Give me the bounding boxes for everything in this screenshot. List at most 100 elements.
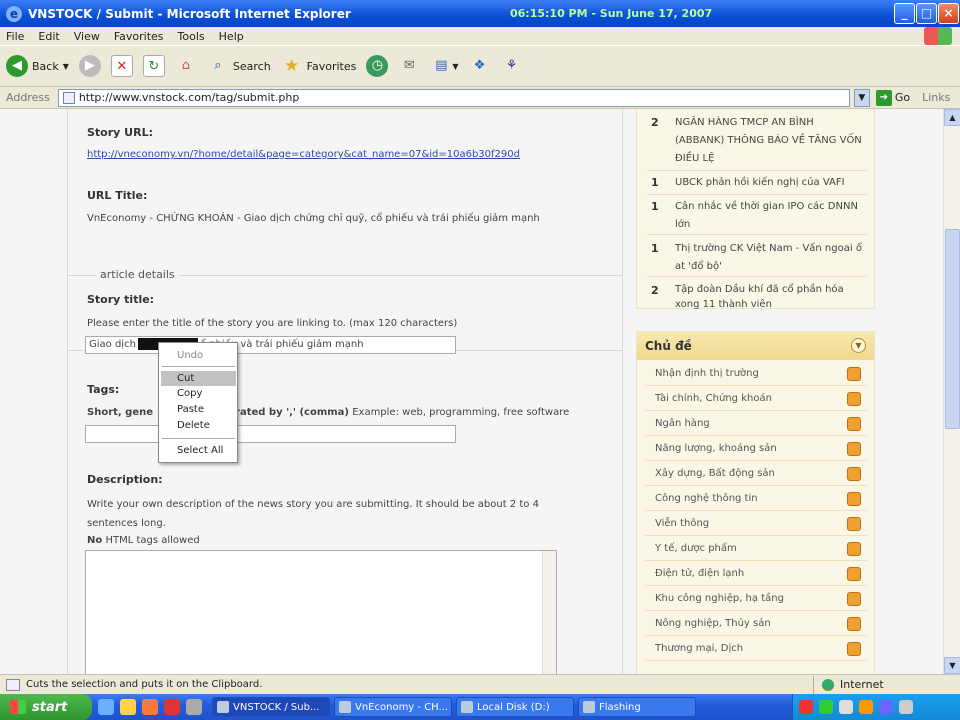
menu-item-undo[interactable]: Undo xyxy=(161,348,236,363)
minimize-button[interactable]: _ xyxy=(894,3,915,24)
edit-button[interactable]: ▤ ▼ xyxy=(430,55,458,77)
stop-button[interactable]: ✕ xyxy=(110,55,133,77)
tags-input[interactable] xyxy=(85,425,456,443)
url-title-label: URL Title: xyxy=(87,189,148,202)
ie-logo-icon: e xyxy=(6,5,22,22)
rss-icon[interactable] xyxy=(847,492,861,506)
topic-item[interactable]: Khu công nghiệp, hạ tầng xyxy=(645,589,867,611)
topic-label: Khu công nghiệp, hạ tầng xyxy=(655,593,784,604)
tray-icon[interactable] xyxy=(799,700,813,714)
menu-item-select-all[interactable]: Select All xyxy=(161,443,236,458)
rss-icon[interactable] xyxy=(847,367,861,381)
topic-item[interactable]: Thương mại, Dịch xyxy=(645,639,867,661)
home-button[interactable]: ⌂ xyxy=(175,55,197,77)
topic-item[interactable]: Nông nghiệp, Thủy sản xyxy=(645,614,867,636)
topic-item[interactable]: Y tế, dược phẩm xyxy=(645,539,867,561)
news-item[interactable]: Tập đoàn Dầu khí đã cổ phần hóa xong 11 … xyxy=(675,282,865,312)
menu-view[interactable]: View xyxy=(74,30,100,43)
task-flashing[interactable]: Flashing xyxy=(578,697,696,717)
quicklaunch-desktop-icon[interactable] xyxy=(186,699,202,715)
history-button[interactable]: ◷ xyxy=(366,55,389,77)
mail-button[interactable]: ✉ xyxy=(398,55,420,77)
topic-item[interactable]: Ngân hàng xyxy=(645,414,867,436)
topic-item[interactable]: Công nghệ thông tin xyxy=(645,489,867,511)
forward-button[interactable]: ▶ xyxy=(78,55,101,77)
menu-tools[interactable]: Tools xyxy=(178,30,205,43)
news-item[interactable]: UBCK phản hồi kiến nghị của VAFI xyxy=(675,174,865,192)
close-button[interactable]: × xyxy=(938,3,959,24)
topic-item[interactable]: Năng lượng, khoáng sản xyxy=(645,439,867,461)
quicklaunch-folder-icon[interactable] xyxy=(120,699,136,715)
favorites-button[interactable]: ★ Favorites xyxy=(281,55,356,77)
no-html-rest: HTML tags allowed xyxy=(105,535,200,546)
task-ie-vnstock[interactable]: VNSTOCK / Sub... xyxy=(212,697,330,717)
rss-icon[interactable] xyxy=(847,567,861,581)
menu-help[interactable]: Help xyxy=(219,30,244,43)
scroll-up-icon[interactable]: ▲ xyxy=(944,109,960,126)
tray-icon[interactable] xyxy=(879,700,893,714)
tray-icon[interactable] xyxy=(839,700,853,714)
menu-file[interactable]: File xyxy=(6,30,24,43)
tray-icon[interactable] xyxy=(819,700,833,714)
topic-item[interactable]: Tài chính, Chứng khoán xyxy=(645,389,867,411)
rss-icon[interactable] xyxy=(847,617,861,631)
scroll-down-icon[interactable]: ▼ xyxy=(944,657,960,674)
news-item[interactable]: Cân nhắc về thời gian IPO các DNNN lớn xyxy=(675,198,865,234)
menu-favorites[interactable]: Favorites xyxy=(114,30,164,43)
story-title-input[interactable]: Giao dịch ổ phiếu và trái phiếu giảm mạnh xyxy=(85,336,456,354)
page-scrollbar[interactable]: ▲ ▼ xyxy=(943,109,960,674)
back-arrow-icon: ◀ xyxy=(6,55,28,77)
menu-item-paste[interactable]: Paste xyxy=(161,402,236,417)
description-textarea[interactable] xyxy=(85,550,557,674)
quicklaunch-ie-icon[interactable] xyxy=(98,699,114,715)
rss-icon[interactable] xyxy=(847,417,861,431)
menu-item-cut[interactable]: Cut xyxy=(161,371,236,386)
collapse-icon[interactable]: ▼ xyxy=(851,338,866,353)
story-url-link[interactable]: http://vneconomy.vn/?home/detail&page=ca… xyxy=(87,149,520,160)
rss-icon[interactable] xyxy=(847,542,861,556)
news-item[interactable]: NGÂN HÀNG TMCP AN BÌNH (ABBANK) THÔNG BÁ… xyxy=(675,114,865,168)
menu-item-copy[interactable]: Copy xyxy=(161,386,236,401)
story-title-label: Story title: xyxy=(87,293,155,306)
rss-icon[interactable] xyxy=(847,467,861,481)
topic-item[interactable]: Nhận định thị trường xyxy=(645,364,867,386)
back-dropdown-icon[interactable]: ▼ xyxy=(63,62,69,71)
search-icon: ⌕ xyxy=(214,58,222,73)
address-input[interactable]: http://www.vnstock.com/tag/submit.php xyxy=(57,88,850,107)
task-local-disk[interactable]: Local Disk (D:) xyxy=(456,697,574,717)
scroll-thumb[interactable] xyxy=(945,229,960,429)
rss-icon[interactable] xyxy=(847,517,861,531)
research-button[interactable]: ⚘ xyxy=(501,55,523,77)
rss-icon[interactable] xyxy=(847,592,861,606)
rss-icon[interactable] xyxy=(847,392,861,406)
news-item[interactable]: Thị trường CK Việt Nam - Vấn ngoai ổ at … xyxy=(675,240,865,276)
links-button[interactable]: Links xyxy=(922,91,950,104)
topic-item[interactable]: Điện tử, điện lạnh xyxy=(645,564,867,586)
search-button[interactable]: ⌕ Search xyxy=(207,55,270,77)
tray-icon[interactable] xyxy=(899,700,913,714)
address-dropdown-icon[interactable]: ▼ xyxy=(853,88,870,107)
quicklaunch-media-icon[interactable] xyxy=(142,699,158,715)
go-button[interactable]: ➔ Go xyxy=(875,89,910,106)
story-url-label: Story URL: xyxy=(87,126,153,139)
edit-dropdown-icon[interactable]: ▼ xyxy=(452,62,458,71)
back-button[interactable]: ◀ Back ▼ xyxy=(6,55,69,77)
news-rank: 2 xyxy=(651,116,659,129)
rss-icon[interactable] xyxy=(847,642,861,656)
quicklaunch-app-icon[interactable] xyxy=(164,699,180,715)
task-ie-vneconomy[interactable]: VnEconomy - CH... xyxy=(334,697,452,717)
start-button[interactable]: start xyxy=(0,694,92,720)
topic-item[interactable]: Xây dựng, Bất động sản xyxy=(645,464,867,486)
refresh-button[interactable]: ↻ xyxy=(142,55,165,77)
menu-edit[interactable]: Edit xyxy=(38,30,59,43)
messenger-icon: ❖ xyxy=(473,58,486,73)
topic-item[interactable]: Viễn thông xyxy=(645,514,867,536)
title-bar[interactable]: e VNSTOCK / Submit - Microsoft Internet … xyxy=(0,0,960,27)
rss-icon[interactable] xyxy=(847,442,861,456)
textarea-scrollbar[interactable] xyxy=(542,551,556,674)
menu-item-delete[interactable]: Delete xyxy=(161,418,236,433)
maximize-button[interactable]: □ xyxy=(916,3,937,24)
messenger-button[interactable]: ❖ xyxy=(469,55,491,77)
tray-icon[interactable] xyxy=(859,700,873,714)
address-bar: Address http://www.vnstock.com/tag/submi… xyxy=(0,87,960,109)
